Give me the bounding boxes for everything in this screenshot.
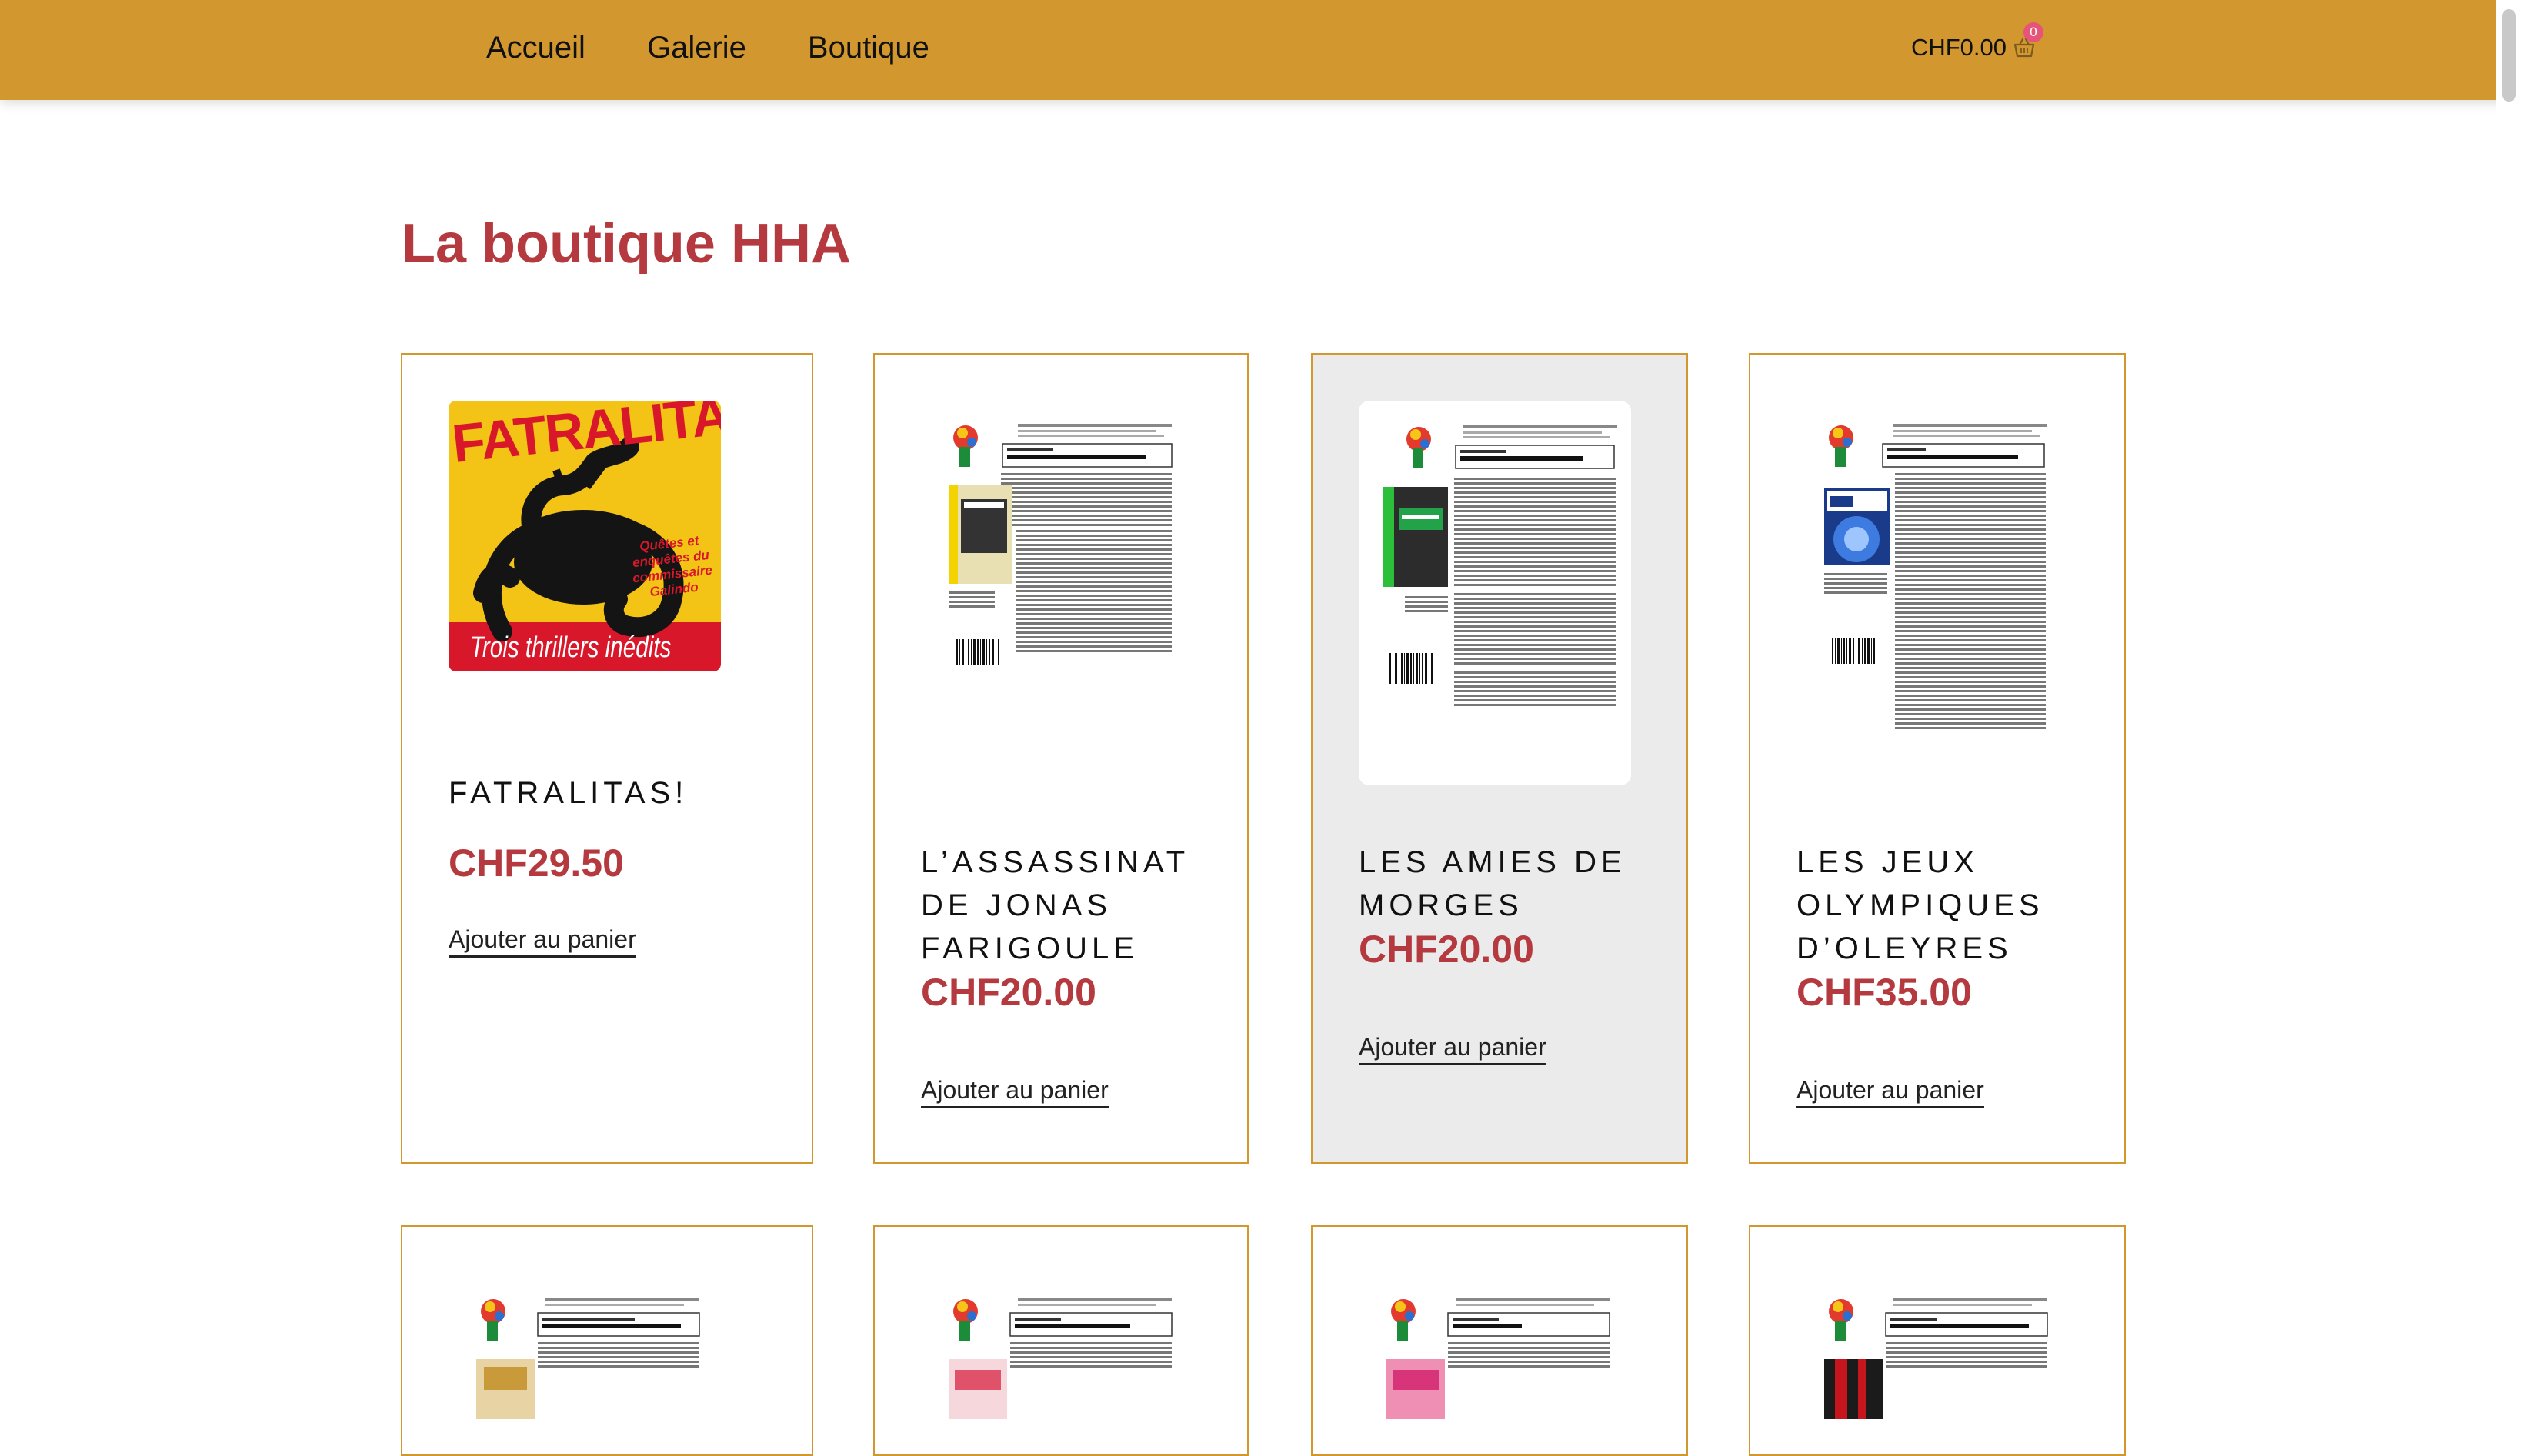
book-flyer-image (1386, 1298, 1610, 1419)
product-image[interactable] (949, 422, 1176, 668)
cover-subtitle-text: Quêtes et enquêtes du commissaire Galind… (632, 533, 713, 600)
scrollbar-thumb[interactable] (2502, 9, 2516, 102)
product-card[interactable]: LES JEUX OLYMPIQUES D’OLEYRES CHF35.00 A… (1749, 353, 2126, 1164)
nav-link-boutique[interactable]: Boutique (808, 28, 929, 68)
product-price: CHF29.50 (449, 841, 624, 885)
product-price: CHF20.00 (921, 971, 1096, 1014)
product-card[interactable] (401, 1225, 813, 1456)
book-flyer-image (949, 424, 1173, 665)
book-flyer-image (1824, 1298, 2048, 1419)
cart-link[interactable]: CHF0.00 0 (1910, 22, 2043, 62)
add-to-cart-button[interactable]: Ajouter au panier (1359, 1033, 1546, 1065)
book-flyer-image (476, 1298, 700, 1419)
product-image[interactable] (1359, 401, 1631, 785)
book-flyer-image (1824, 424, 2047, 729)
add-to-cart-button[interactable]: Ajouter au panier (921, 1076, 1109, 1108)
product-price: CHF20.00 (1359, 928, 1534, 971)
product-title[interactable]: L’ASSASSINAT DE JONAS FARIGOULE (921, 841, 1229, 970)
top-navigation-bar: Accueil Galerie Boutique CHF0.00 0 (0, 0, 2522, 100)
product-card[interactable] (1749, 1225, 2126, 1456)
basket-icon[interactable]: 0 (2013, 22, 2043, 59)
product-card[interactable]: L’ASSASSINAT DE JONAS FARIGOULE CHF20.00… (873, 353, 1249, 1164)
product-image[interactable] (1824, 1296, 2052, 1419)
product-image[interactable] (476, 1296, 704, 1419)
product-title[interactable]: FATRALITAS! (449, 771, 772, 815)
product-image[interactable]: FATRALITAS! Quêtes et enquêtes du commis… (449, 401, 721, 671)
product-title[interactable]: LES JEUX OLYMPIQUES D’OLEYRES (1796, 841, 2104, 970)
add-to-cart-button[interactable]: Ajouter au panier (449, 925, 636, 958)
product-image[interactable] (1824, 422, 2052, 738)
nav-link-galerie[interactable]: Galerie (647, 28, 746, 68)
product-card[interactable] (1311, 1225, 1688, 1456)
add-to-cart-button[interactable]: Ajouter au panier (1796, 1076, 1984, 1108)
product-card[interactable] (873, 1225, 1249, 1456)
product-title[interactable]: LES AMIES DE MORGES (1359, 841, 1666, 927)
book-flyer-image (1359, 401, 1631, 785)
page-title: La boutique HHA (402, 213, 851, 275)
book-flyer-image (949, 1298, 1173, 1419)
cart-total: CHF0.00 (1910, 34, 2007, 61)
main-menu: Accueil Galerie Boutique (486, 28, 929, 68)
nav-link-accueil[interactable]: Accueil (486, 28, 585, 68)
cart-count-badge: 0 (2023, 22, 2043, 42)
product-card[interactable]: FATRALITAS! Quêtes et enquêtes du commis… (401, 353, 813, 1164)
cover-banner-text: Trois thrillers inédits (470, 631, 672, 664)
scrollbar[interactable] (2496, 0, 2522, 1408)
product-image[interactable] (1386, 1296, 1614, 1419)
product-price: CHF35.00 (1796, 971, 1972, 1014)
product-card[interactable]: LES AMIES DE MORGES CHF20.00 Ajouter au … (1311, 353, 1688, 1164)
product-image[interactable] (949, 1296, 1176, 1419)
